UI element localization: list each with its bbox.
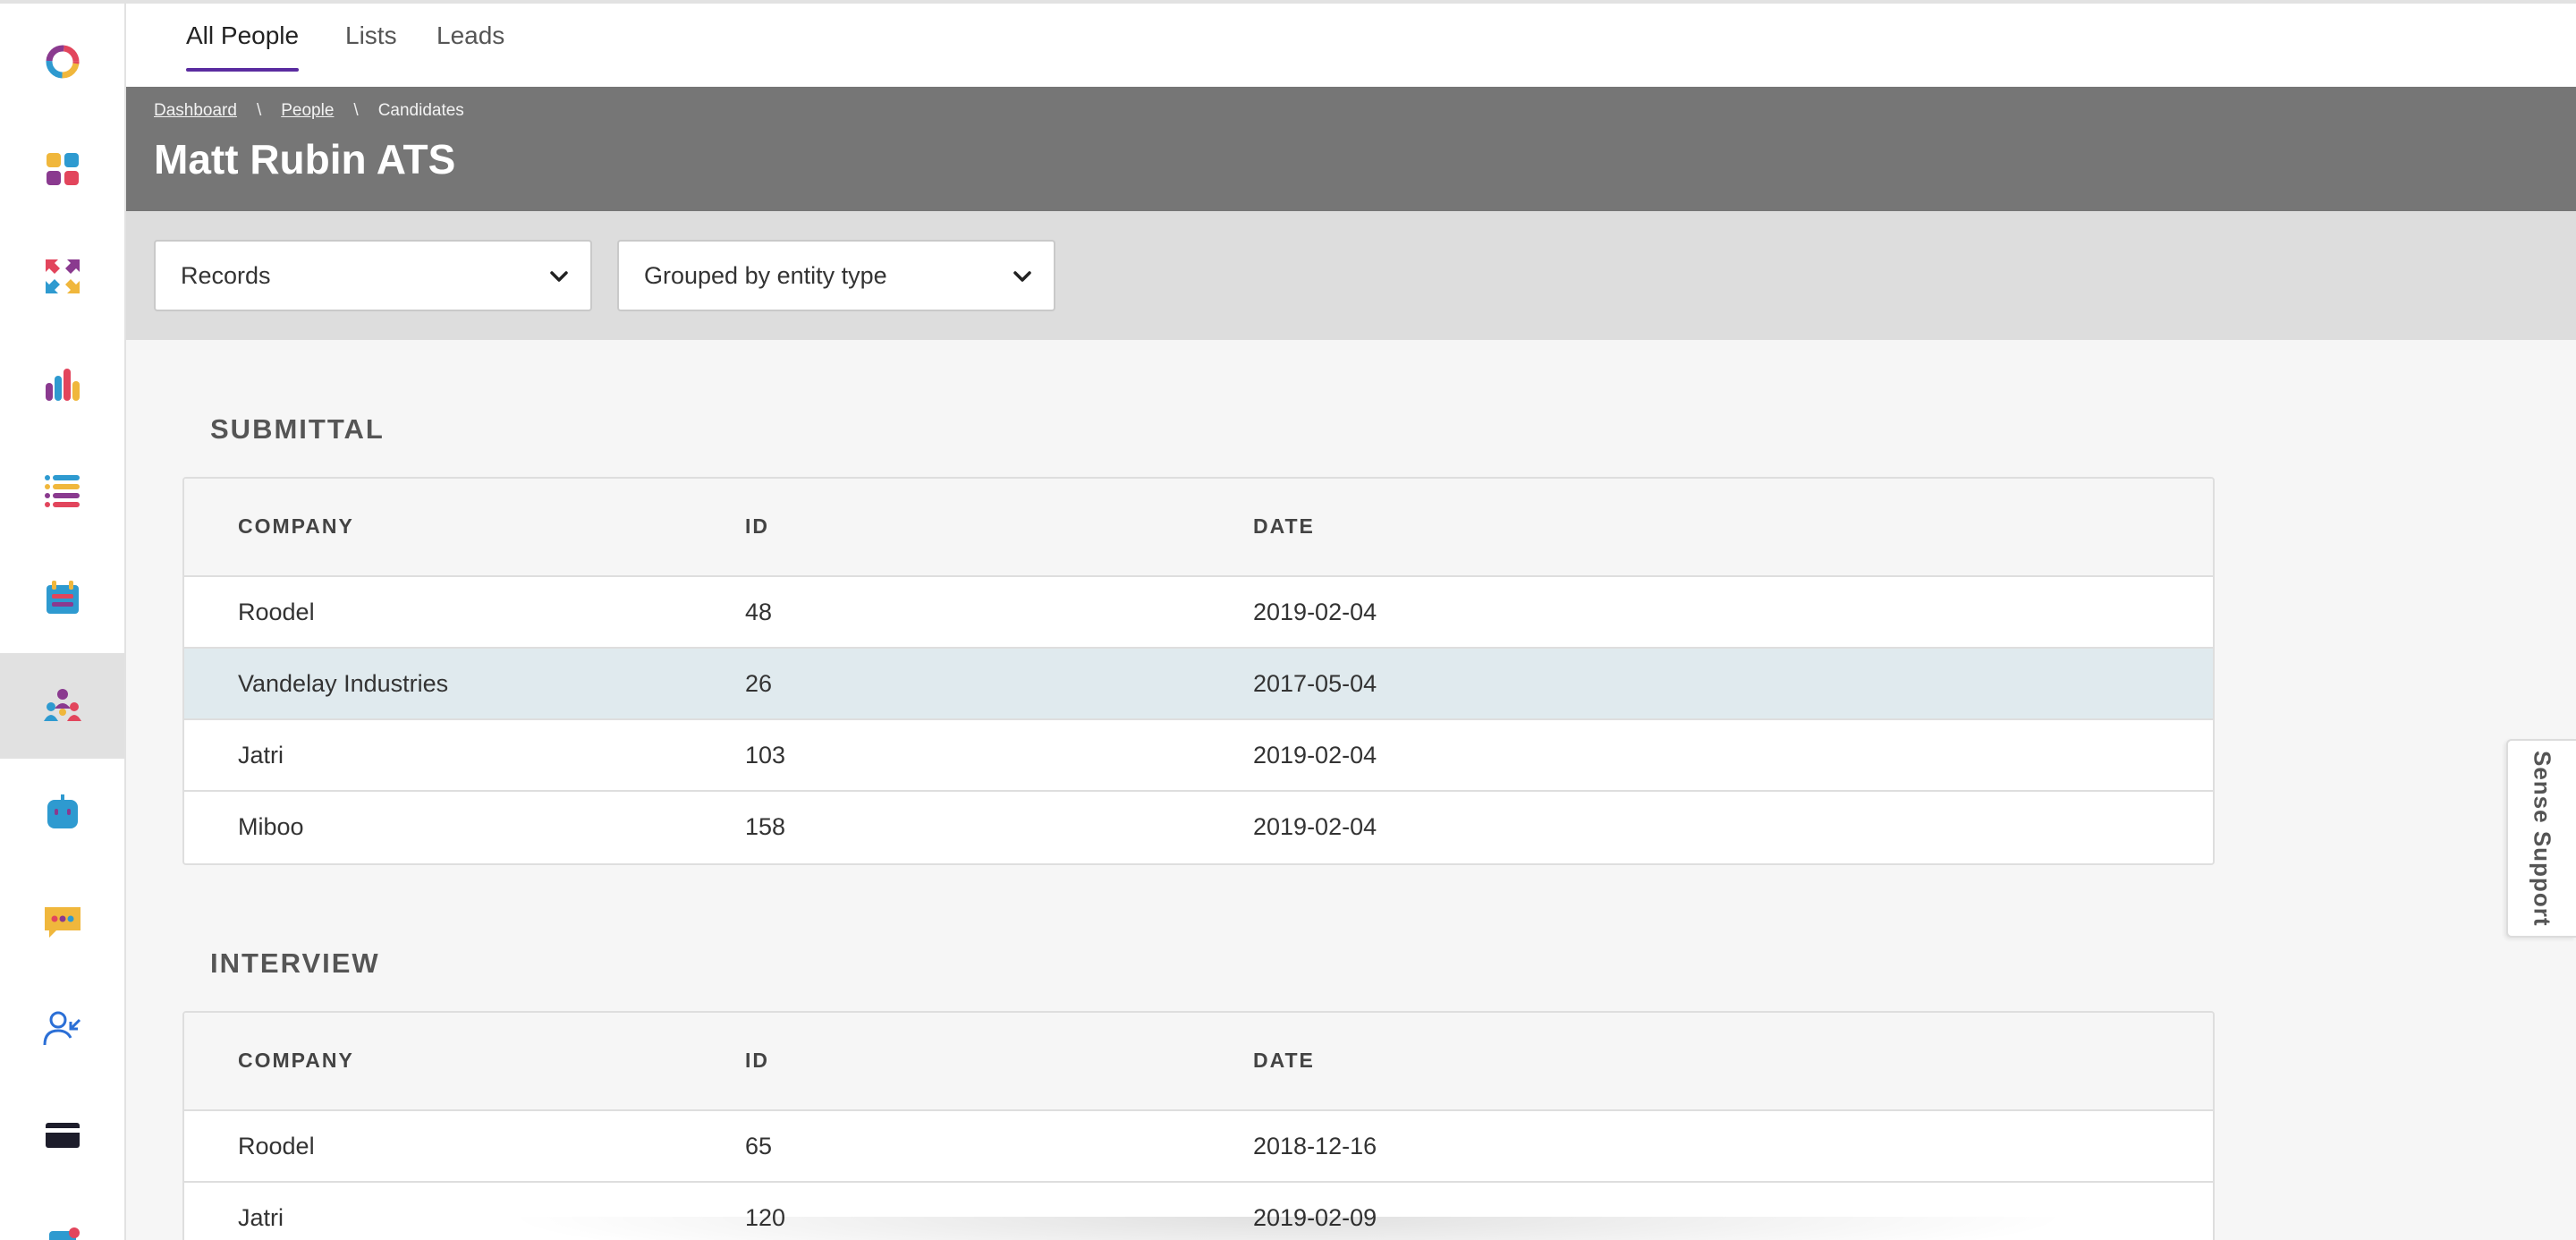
card-icon — [45, 1123, 80, 1148]
breadcrumb-dashboard-link[interactable]: Dashboard — [154, 101, 237, 121]
cell-company: Vandelay Industries — [238, 670, 449, 697]
sense-support-tab[interactable]: Sense Support — [2506, 739, 2576, 938]
cell-date: 2017-05-04 — [1253, 670, 1377, 697]
breadcrumb-separator: \ — [353, 101, 359, 120]
sidebar-item-integrations[interactable] — [0, 1190, 124, 1240]
cell-date: 2019-02-04 — [1253, 599, 1377, 625]
tab-all-people[interactable]: All People — [186, 21, 300, 72]
sidebar-item-analytics[interactable] — [0, 331, 124, 437]
arrows-icon — [45, 259, 80, 293]
table-header: COMPANY ID DATE — [184, 479, 2213, 577]
breadcrumb-separator: \ — [256, 101, 262, 120]
table-row[interactable]: Jatri 103 2019-02-04 — [184, 720, 2213, 792]
dashboard-grid-icon — [46, 153, 79, 185]
logo-ring-icon — [46, 45, 79, 79]
robot-icon — [47, 794, 78, 828]
tab-leads[interactable]: Leads — [436, 21, 504, 72]
sidebar-item-dashboard[interactable] — [0, 116, 124, 222]
column-header-company: COMPANY — [238, 514, 354, 538]
breadcrumb: Dashboard \ People \ Candidates — [154, 101, 464, 121]
group-by-select[interactable]: Grouped by entity type — [617, 240, 1055, 311]
cell-id: 26 — [745, 670, 773, 697]
column-header-id: ID — [745, 514, 769, 538]
sidebar-item-billing[interactable] — [0, 1083, 124, 1188]
breadcrumb-people-link[interactable]: People — [281, 101, 334, 121]
sidebar-item-lists[interactable] — [0, 438, 124, 544]
chevron-down-icon — [1013, 271, 1031, 282]
cell-id: 158 — [745, 813, 786, 840]
column-header-date: DATE — [1253, 514, 1315, 538]
sidebar-item-home[interactable] — [0, 9, 124, 115]
user-add-icon — [43, 1011, 80, 1046]
sidebar — [0, 0, 126, 1240]
cell-id: 65 — [745, 1133, 773, 1159]
sidebar-item-people[interactable] — [0, 653, 124, 759]
page-header: Dashboard \ People \ Candidates Matt Rub… — [126, 87, 2576, 211]
scroll-shadow — [501, 1217, 2075, 1240]
table-header: COMPANY ID DATE — [184, 1013, 2213, 1111]
cell-date: 2019-02-04 — [1253, 742, 1377, 769]
sidebar-item-referrals[interactable] — [0, 975, 124, 1081]
breadcrumb-current: Candidates — [377, 101, 464, 120]
top-tab-bar: All People Lists Leads — [126, 0, 2576, 87]
table-row[interactable]: Vandelay Industries 26 2017-05-04 — [184, 649, 2213, 720]
section-title-interview: INTERVIEW — [210, 947, 380, 979]
section-title-submittal: SUBMITTAL — [210, 413, 385, 445]
sidebar-item-automation[interactable] — [0, 760, 124, 866]
filter-bar: Records Grouped by entity type — [126, 211, 2576, 340]
table-row[interactable]: Roodel 65 2018-12-16 — [184, 1111, 2213, 1183]
calendar-icon — [46, 581, 79, 614]
table-row[interactable]: Miboo 158 2019-02-04 — [184, 792, 2213, 863]
records-select-value: Records — [181, 261, 271, 289]
people-icon — [43, 689, 81, 721]
bar-chart-icon — [45, 369, 80, 401]
column-header-date: DATE — [1253, 1049, 1315, 1072]
submittal-table: COMPANY ID DATE Roodel 48 2019-02-04 Van… — [182, 477, 2215, 865]
sidebar-item-pipeline[interactable] — [0, 224, 124, 329]
cell-company: Roodel — [238, 599, 315, 625]
chat-icon — [44, 907, 80, 938]
puzzle-icon — [48, 1227, 80, 1240]
cell-date: 2018-12-16 — [1253, 1133, 1377, 1159]
group-by-select-value: Grouped by entity type — [644, 261, 887, 289]
cell-date: 2019-02-04 — [1253, 813, 1377, 840]
cell-company: Miboo — [238, 813, 304, 840]
chevron-down-icon — [550, 271, 568, 282]
sense-support-label: Sense Support — [2529, 750, 2556, 927]
table-row[interactable]: Roodel 48 2019-02-04 — [184, 577, 2213, 649]
column-header-company: COMPANY — [238, 1049, 354, 1072]
cell-id: 48 — [745, 599, 773, 625]
list-icon — [44, 475, 80, 507]
cell-company: Roodel — [238, 1133, 315, 1159]
column-header-id: ID — [745, 1049, 769, 1072]
interview-table: COMPANY ID DATE Roodel 65 2018-12-16 Jat… — [182, 1011, 2215, 1240]
cell-company: Jatri — [238, 1204, 284, 1231]
cell-company: Jatri — [238, 742, 284, 769]
tab-lists[interactable]: Lists — [345, 21, 397, 72]
page-title: Matt Rubin ATS — [154, 136, 456, 183]
cell-id: 103 — [745, 742, 786, 769]
records-select[interactable]: Records — [154, 240, 592, 311]
sidebar-item-messages[interactable] — [0, 868, 124, 973]
sidebar-item-calendar[interactable] — [0, 546, 124, 651]
